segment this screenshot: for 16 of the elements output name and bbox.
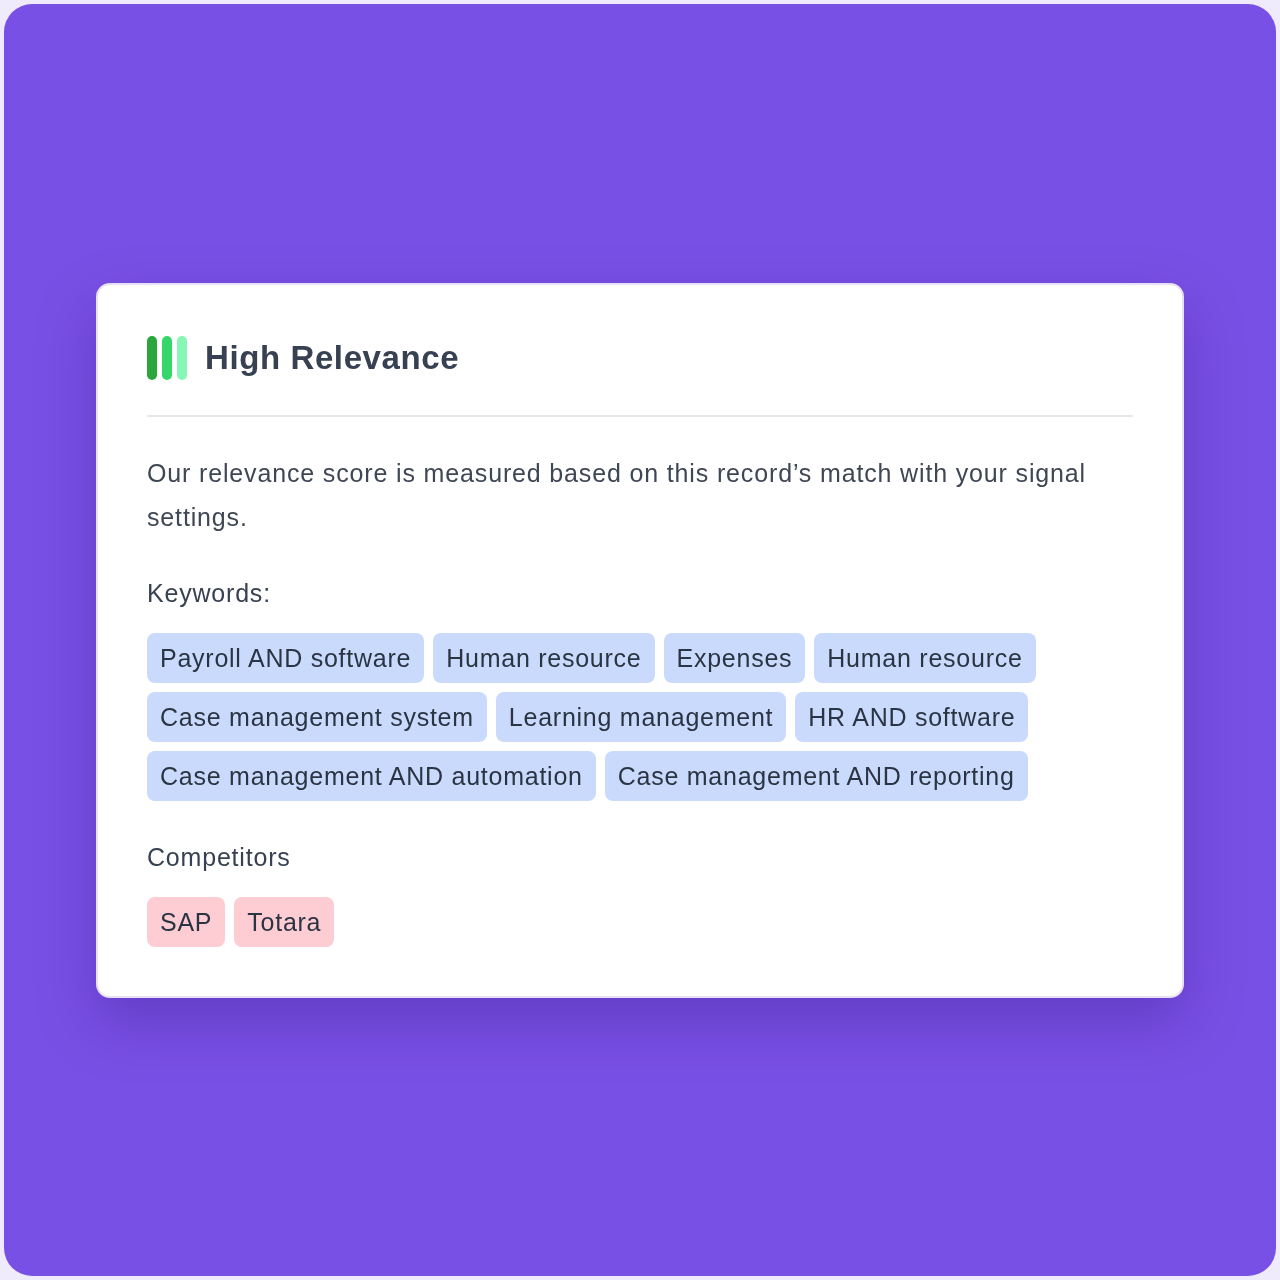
keyword-tag: Human resource	[814, 632, 1036, 683]
keyword-tag: HR AND software	[795, 691, 1029, 742]
description-text: Our relevance score is measured based on this record’s match with your signal settings.	[147, 457, 1087, 533]
keyword-tag: Learning management	[495, 691, 787, 742]
keyword-tag: Human resource	[433, 632, 655, 683]
signal-bars-icon	[147, 335, 187, 380]
section-label: Competitors	[147, 841, 292, 873]
keyword-tag: Case management system	[147, 691, 487, 742]
keyword-tag: Expenses	[663, 632, 806, 683]
keyword-tag: Case management AND automation	[147, 750, 596, 801]
competitor-tag: Totara	[234, 896, 335, 947]
keyword-tag: Payroll AND software	[147, 632, 425, 683]
keyword-tag: Case management AND reporting	[604, 750, 1028, 801]
section-label: Keywords:	[147, 577, 272, 609]
card-title: High Relevance	[205, 341, 460, 374]
competitor-tag: SAP	[147, 896, 226, 947]
